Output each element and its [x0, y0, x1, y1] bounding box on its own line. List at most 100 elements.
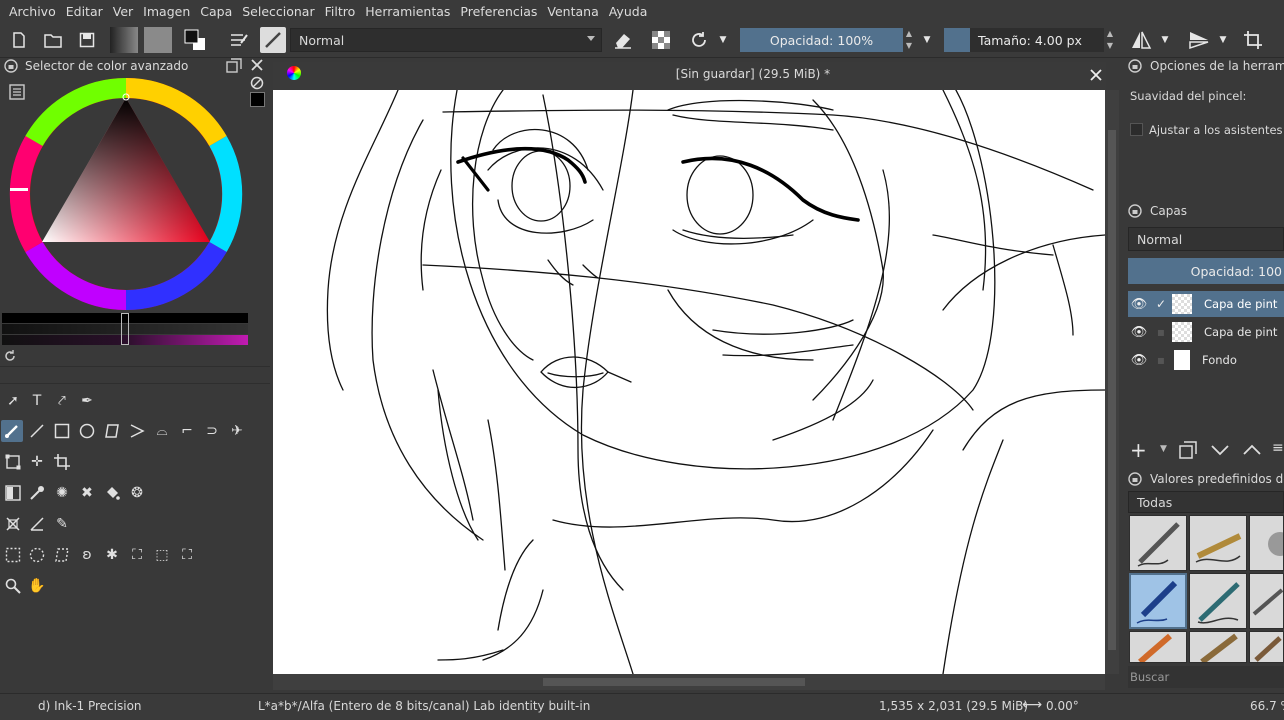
chevron-down-icon[interactable]: ▼ — [920, 27, 934, 53]
multibrush-tool-icon[interactable]: ✈ — [226, 420, 248, 442]
drawing-canvas[interactable] — [273, 84, 1106, 675]
chevron-down-icon[interactable]: ▼ — [1216, 27, 1230, 53]
float-docker-icon[interactable] — [226, 58, 242, 74]
refresh-icon[interactable] — [3, 349, 17, 363]
check-icon[interactable]: ▪ — [1150, 325, 1172, 339]
menu-seleccionar[interactable]: Seleccionar — [237, 4, 319, 19]
move-layer-down-icon[interactable] — [1210, 440, 1230, 460]
check-icon[interactable]: ✓ — [1150, 297, 1172, 311]
gradient-tool-icon[interactable] — [2, 482, 24, 504]
layer-row[interactable]: 👁 ▪ Fondo — [1128, 347, 1284, 373]
brush-preset-tile[interactable] — [1249, 515, 1284, 571]
horizontal-scrollbar[interactable] — [273, 674, 1105, 690]
chevron-down-icon[interactable]: ▼ — [716, 27, 730, 53]
brush-preset-tile[interactable] — [1129, 631, 1187, 663]
size-slider[interactable]: Tamaño: 4.00 px — [970, 28, 1104, 52]
brush-preset-tile-selected[interactable] — [1129, 573, 1187, 629]
layer-menu-icon[interactable]: ≡ — [1272, 440, 1284, 460]
menu-filtro[interactable]: Filtro — [320, 4, 361, 19]
size-slider-fill[interactable] — [944, 28, 970, 52]
brush-preset-tile[interactable] — [1249, 573, 1284, 629]
vertical-scroll-thumb[interactable] — [1108, 130, 1116, 650]
save-icon[interactable] — [74, 27, 100, 53]
eye-icon[interactable]: 👁 — [1128, 353, 1150, 368]
duplicate-layer-icon[interactable] — [1178, 440, 1198, 460]
zoom-tool-icon[interactable] — [2, 575, 24, 597]
color-picker-tool-icon[interactable] — [26, 482, 48, 504]
wrap-around-icon[interactable] — [1240, 27, 1266, 53]
preset-filter-select[interactable]: Todas — [1128, 491, 1284, 513]
reference-tool-icon[interactable]: ✎ — [51, 513, 73, 535]
menu-archivo[interactable]: Archivo — [4, 4, 61, 19]
reload-preset-icon[interactable] — [686, 27, 712, 53]
edit-shapes-tool-icon[interactable]: ⤤ — [51, 390, 73, 412]
color-wheel[interactable] — [8, 76, 244, 312]
ellipse-select-tool-icon[interactable] — [26, 544, 48, 566]
brush-preset-tile[interactable] — [1129, 515, 1187, 571]
brush-preset-tile[interactable] — [1189, 573, 1247, 629]
rect-select-tool-icon[interactable] — [2, 544, 24, 566]
check-icon[interactable]: ▪ — [1150, 353, 1172, 367]
open-folder-icon[interactable] — [40, 27, 66, 53]
rotation-icon[interactable]: ⟷ — [1022, 697, 1042, 713]
smart-patch-tool-icon[interactable]: ✺ — [51, 482, 73, 504]
no-color-icon[interactable] — [250, 76, 264, 90]
freehand-path-tool-icon[interactable]: ⌐ — [176, 420, 198, 442]
blend-mode-select[interactable]: Normal — [290, 28, 602, 52]
status-zoom[interactable]: 66.7 % — [1250, 699, 1284, 713]
menu-ver[interactable]: Ver — [108, 4, 138, 19]
dynamic-brush-tool-icon[interactable]: ⊃ — [201, 420, 223, 442]
polygon-tool-icon[interactable] — [101, 420, 123, 442]
menu-preferencias[interactable]: Preferencias — [455, 4, 542, 19]
lock-icon[interactable] — [4, 59, 18, 73]
status-rotation[interactable]: 0.00° — [1046, 699, 1079, 713]
pattern-swatch[interactable] — [144, 27, 172, 53]
brush-preset-tile[interactable] — [1249, 631, 1284, 663]
chevron-down-icon[interactable]: ▼ — [1160, 444, 1167, 454]
crop-tool-icon[interactable] — [51, 451, 73, 473]
layer-opacity-slider[interactable]: Opacidad: 100 — [1128, 258, 1284, 284]
add-layer-icon[interactable]: + — [1130, 438, 1147, 462]
mirror-vertical-icon[interactable] — [1186, 27, 1212, 53]
text-tool-icon[interactable]: T — [26, 390, 48, 412]
menu-editar[interactable]: Editar — [61, 4, 108, 19]
lock-icon[interactable] — [1128, 59, 1142, 73]
opacity-slider[interactable]: Opacidad: 100% — [740, 28, 903, 52]
preset-search-input[interactable]: Buscar — [1128, 666, 1284, 688]
size-spin[interactable]: ▲ ▼ — [1104, 28, 1116, 52]
bezier-tool-icon[interactable]: ⌓ — [151, 420, 173, 442]
lock-icon[interactable] — [1128, 204, 1142, 218]
pattern-fill-tool-icon[interactable]: ❂ — [126, 482, 148, 504]
brush-preset-thumbnail[interactable] — [260, 27, 286, 53]
brush-preset-tile[interactable] — [1189, 631, 1247, 663]
pan-tool-icon[interactable]: ✋ — [26, 575, 48, 597]
menu-imagen[interactable]: Imagen — [138, 4, 195, 19]
contiguous-select-tool-icon[interactable]: ✱ — [101, 544, 123, 566]
horizontal-scroll-thumb[interactable] — [543, 678, 805, 686]
rectangle-tool-icon[interactable] — [51, 420, 73, 442]
assistant-tool-icon[interactable] — [2, 513, 24, 535]
brush-preset-tile[interactable] — [1189, 515, 1247, 571]
fill-tool-icon[interactable] — [101, 482, 123, 504]
polyline-tool-icon[interactable] — [126, 420, 148, 442]
close-document-icon[interactable] — [1088, 67, 1104, 83]
menu-ayuda[interactable]: Ayuda — [604, 4, 653, 19]
vertical-scrollbar[interactable] — [1105, 90, 1119, 674]
polygon-select-tool-icon[interactable] — [51, 544, 73, 566]
preserve-alpha-icon[interactable] — [648, 27, 674, 53]
select-shapes-tool-icon[interactable]: ➚ — [2, 390, 24, 412]
gradient-swatch[interactable] — [110, 27, 138, 53]
eye-icon[interactable]: 👁 — [1128, 297, 1150, 312]
black-swatch[interactable] — [250, 92, 265, 107]
layer-row[interactable]: 👁 ✓ Capa de pint — [1128, 291, 1284, 317]
docker-splitter[interactable] — [0, 366, 270, 384]
move-layer-up-icon[interactable] — [1242, 440, 1262, 460]
menu-herramientas[interactable]: Herramientas — [360, 4, 455, 19]
colorize-mask-tool-icon[interactable]: ✖ — [76, 482, 98, 504]
freehand-select-tool-icon[interactable]: ʚ — [76, 544, 98, 566]
new-document-icon[interactable] — [6, 27, 32, 53]
similar-select-tool-icon[interactable]: ⛶ — [126, 544, 148, 566]
move-tool-icon[interactable]: ✛ — [26, 451, 48, 473]
mirror-horizontal-icon[interactable] — [1128, 27, 1154, 53]
close-docker-icon[interactable] — [250, 58, 264, 72]
